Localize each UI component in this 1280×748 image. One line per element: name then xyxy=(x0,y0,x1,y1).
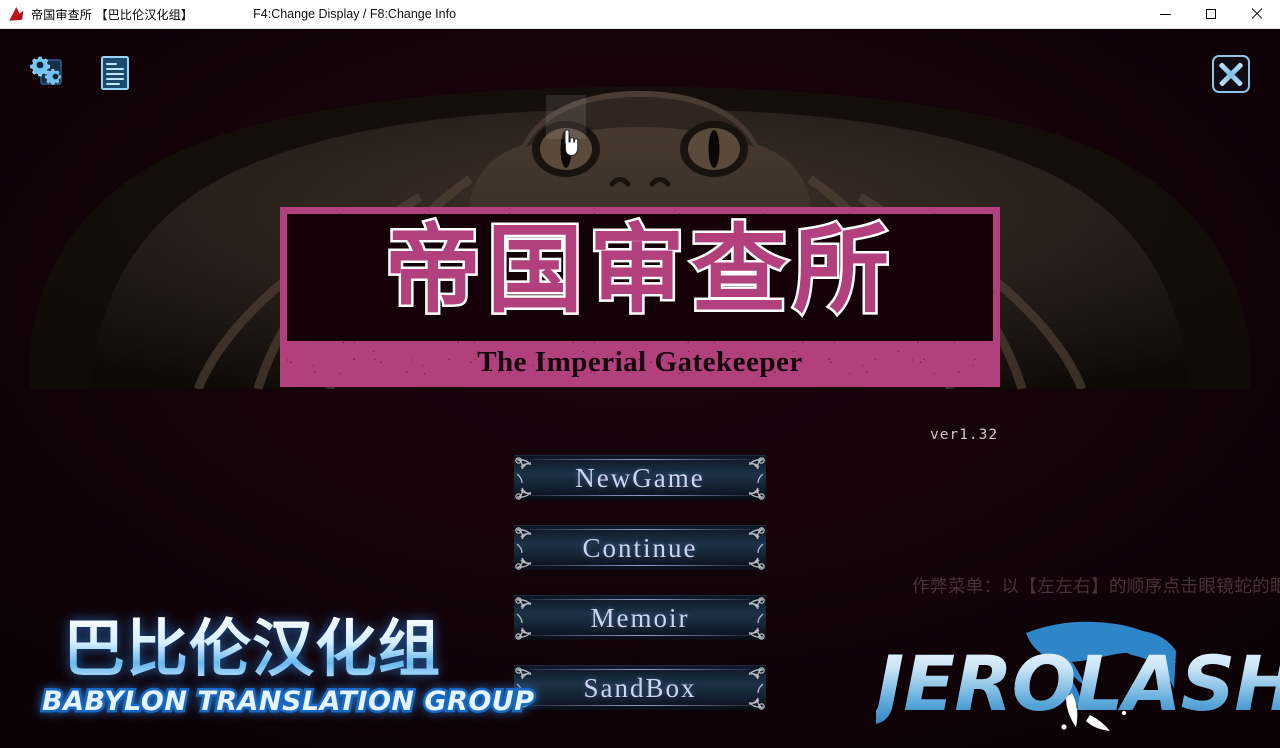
minimize-icon xyxy=(1159,13,1171,15)
corner-ornament-icon xyxy=(748,457,765,500)
corner-ornament-icon xyxy=(748,597,765,640)
version-label: ver1.32 xyxy=(930,427,999,443)
corner-ornament-icon xyxy=(748,527,765,570)
window-titlebar: 帝国审查所 【巴比伦汉化组】 F4:Change Display / F8:Ch… xyxy=(0,0,1280,29)
button-rule-bottom xyxy=(530,565,750,566)
menu-item-label: Memoir xyxy=(590,602,690,633)
main-menu: NewGame Continue Memoir SandBox xyxy=(514,455,766,735)
menu-item-label: NewGame xyxy=(575,462,705,493)
button-rule-bottom xyxy=(530,495,750,496)
window-hotkey-hint: F4:Change Display / F8:Change Info xyxy=(253,7,457,21)
game-icon-bar xyxy=(30,54,136,92)
close-button[interactable] xyxy=(1234,0,1280,29)
button-rule-bottom xyxy=(530,705,750,706)
app-logo-icon xyxy=(8,6,24,22)
cheat-menu-hint: 作弊菜单：以【左左右】的顺序点击眼镜蛇的眼睛 xyxy=(912,577,1280,597)
maximize-icon xyxy=(1206,9,1216,19)
menu-item-newgame[interactable]: NewGame xyxy=(514,455,766,500)
babylon-logo-chinese: 巴比伦汉化组 xyxy=(62,612,441,685)
corner-ornament-icon xyxy=(515,527,532,570)
settings-gears-icon[interactable] xyxy=(30,54,70,92)
menu-item-memoir[interactable]: Memoir xyxy=(514,595,766,640)
hand-pointer-cursor xyxy=(564,129,579,157)
button-rule-top xyxy=(530,459,750,460)
menu-item-continue[interactable]: Continue xyxy=(514,525,766,570)
babylon-translation-logo: 巴比伦汉化组 BABYLON TRANSLATION GROUP xyxy=(40,612,537,729)
babylon-logo-english: BABYLON TRANSLATION GROUP xyxy=(40,684,537,720)
button-rule-top xyxy=(530,529,750,530)
jerolash-logo: JEROLASH xyxy=(876,619,1280,747)
corner-ornament-icon xyxy=(515,597,532,640)
minimize-button[interactable] xyxy=(1142,0,1188,29)
game-title-english: The Imperial Gatekeeper xyxy=(477,346,803,378)
close-icon xyxy=(1251,8,1263,20)
window-controls xyxy=(1142,0,1280,29)
jerolash-wordmark: JEROLASH xyxy=(876,639,1280,728)
corner-ornament-icon xyxy=(748,667,765,710)
game-canvas: 帝国审查所 The Imperial Gatekeeper ver1.32 Ne… xyxy=(0,29,1280,748)
button-rule-top xyxy=(530,669,750,670)
menu-item-sandbox[interactable]: SandBox xyxy=(514,665,766,710)
close-x-icon[interactable] xyxy=(1212,55,1250,93)
button-rule-top xyxy=(530,599,750,600)
corner-ornament-icon xyxy=(515,457,532,500)
menu-item-label: Continue xyxy=(582,532,698,563)
menu-item-label: SandBox xyxy=(583,672,697,703)
log-document-icon[interactable] xyxy=(96,54,136,92)
maximize-button[interactable] xyxy=(1188,0,1234,29)
button-rule-bottom xyxy=(530,635,750,636)
game-title-plate: 帝国审查所 The Imperial Gatekeeper xyxy=(280,207,1000,387)
window-title: 帝国审查所 【巴比伦汉化组】 xyxy=(31,7,194,22)
game-title-chinese: 帝国审查所 xyxy=(383,213,895,328)
